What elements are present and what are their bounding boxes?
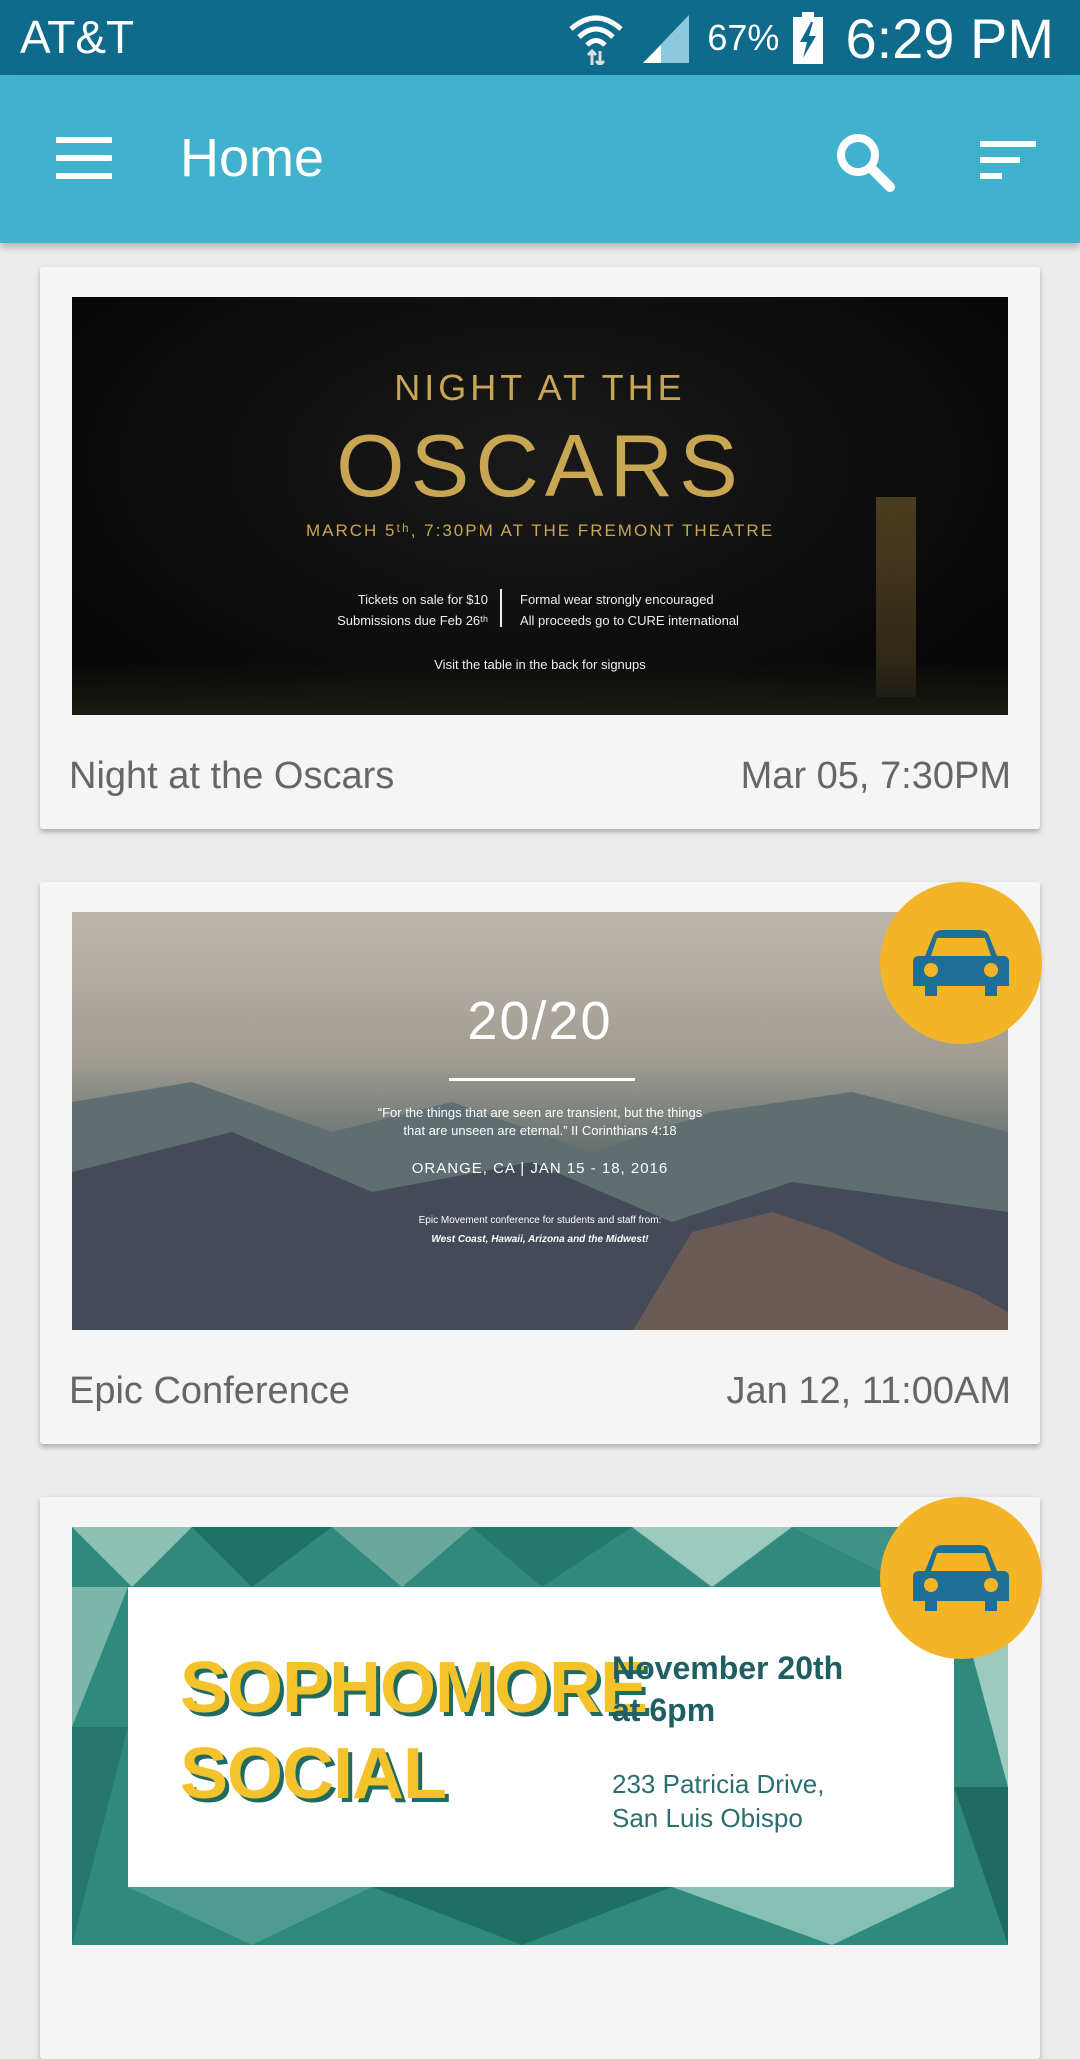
page-title: Home	[180, 128, 325, 188]
carrier-label: AT&T	[20, 11, 135, 63]
status-icons: 67% 6:29 PM	[567, 6, 1054, 70]
poster-text: MARCH 5ᵗʰ, 7:30PM AT THE FREMONT THEATRE	[305, 521, 775, 540]
poster-text: Submissions due Feb 26ᵗʰ	[337, 613, 488, 628]
event-poster: NIGHT AT THE OSCARS MARCH 5ᵗʰ, 7:30PM AT…	[72, 297, 1008, 715]
event-date: Jan 12, 11:00AM	[726, 1370, 1011, 1412]
event-card[interactable]: NIGHT AT THE OSCARS MARCH 5ᵗʰ, 7:30PM AT…	[40, 267, 1040, 829]
request-ride-button[interactable]	[880, 1497, 1042, 1659]
wifi-icon	[569, 15, 624, 65]
signal-icon	[643, 15, 690, 63]
car-icon	[913, 930, 1009, 996]
app-bar: Home	[0, 75, 1080, 243]
request-ride-button[interactable]	[880, 882, 1042, 1044]
poster-text: Tickets on sale for $10	[357, 592, 488, 607]
battery-percent: 67%	[707, 17, 780, 58]
poster-text: “For the things that are seen are transi…	[377, 1105, 703, 1120]
event-title: Night at the Oscars	[69, 755, 395, 797]
poster-text: Visit the table in the back for signups	[434, 657, 646, 672]
status-bar: AT&T 67% 6:29 PM	[0, 0, 1080, 75]
poster-text: 20/20	[467, 991, 613, 1051]
car-icon	[913, 1545, 1009, 1611]
poster-text: All proceeds go to CURE international	[520, 613, 739, 628]
battery-charging-icon	[793, 12, 824, 64]
event-title: Epic Conference	[69, 1370, 350, 1412]
search-icon[interactable]	[832, 129, 896, 193]
poster-text: Epic Movement conference for students an…	[418, 1215, 662, 1226]
poster-text: NIGHT AT THE	[394, 367, 686, 408]
event-card[interactable]: 20/20 “For the things that are seen are …	[40, 882, 1042, 1444]
event-poster: 20/20 “For the things that are seen are …	[72, 912, 1008, 1330]
poster-text: Formal wear strongly encouraged	[520, 592, 714, 607]
poster-text: SOPHOMORE SOCIAL	[180, 1648, 648, 1814]
poster-text: November 20th at 6pm	[612, 1650, 844, 1728]
event-date: Mar 05, 7:30PM	[740, 755, 1011, 797]
clock: 6:29 PM	[845, 6, 1054, 70]
poster-text: ORANGE, CA | JAN 15 - 18, 2016	[411, 1160, 669, 1177]
poster-text: 233 Patricia Drive, San Luis Obispo	[612, 1769, 825, 1833]
poster-text: OSCARS	[336, 416, 744, 515]
poster-text: that are unseen are eternal.” II Corinth…	[403, 1123, 677, 1138]
event-card[interactable]: SOPHOMORE SOCIAL November 20th at 6pm 23…	[40, 1497, 1042, 2059]
mountain-illustration	[72, 1082, 1008, 1330]
sort-icon[interactable]	[978, 137, 1038, 187]
event-poster: SOPHOMORE SOCIAL November 20th at 6pm 23…	[72, 1527, 1008, 1945]
poster-text: West Coast, Hawaii, Arizona and the Midw…	[431, 1234, 649, 1245]
hamburger-menu-icon[interactable]	[56, 137, 112, 181]
